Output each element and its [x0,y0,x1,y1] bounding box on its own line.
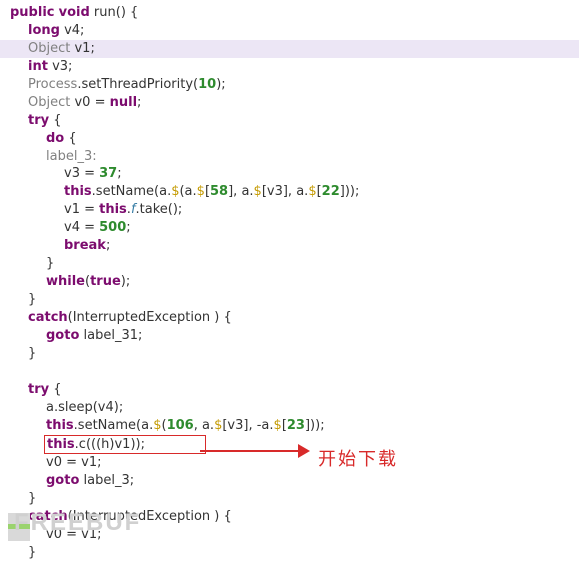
code-line: goto label_3; [0,472,579,490]
code-line: v4 = 500; [0,219,579,237]
code-line: Process.setThreadPriority(10); [0,76,579,94]
code-line: label_3: [0,148,579,166]
code-line: } [0,544,579,562]
code-line: v0 = v1; [0,454,579,472]
code-line: v3 = 37; [0,165,579,183]
code-line: try { [0,112,579,130]
code-line: break; [0,237,579,255]
code-line: public void run() { [0,4,579,22]
code-line: try { [0,381,579,399]
code-line: } [0,345,579,363]
code-line: catch(InterruptedException ) { [0,309,579,327]
code-line: this.setName(a.$(a.$[58], a.$[v3], a.$[2… [0,183,579,201]
annotation-label: 开始下载 [318,447,398,472]
code-line: int v3; [0,58,579,76]
code-line: } [0,291,579,309]
code-line: a.sleep(v4); [0,399,579,417]
code-line: } [0,255,579,273]
code-line: v1 = this.f.take(); [0,201,579,219]
code-block: public void run() { long v4; Object v1; … [0,4,579,562]
code-line: this.setName(a.$(106, a.$[v3], -a.$[23])… [0,417,579,435]
code-line: goto label_31; [0,327,579,345]
code-line: do { [0,130,579,148]
code-line-boxed: this.c(((h)v1)); [0,435,579,455]
watermark-text: FREEBUF [14,506,141,539]
code-line [0,363,579,381]
code-line: while(true); [0,273,579,291]
code-line: long v4; [0,22,579,40]
code-line-highlighted: Object v1; [0,40,579,58]
code-line: Object v0 = null; [0,94,579,112]
